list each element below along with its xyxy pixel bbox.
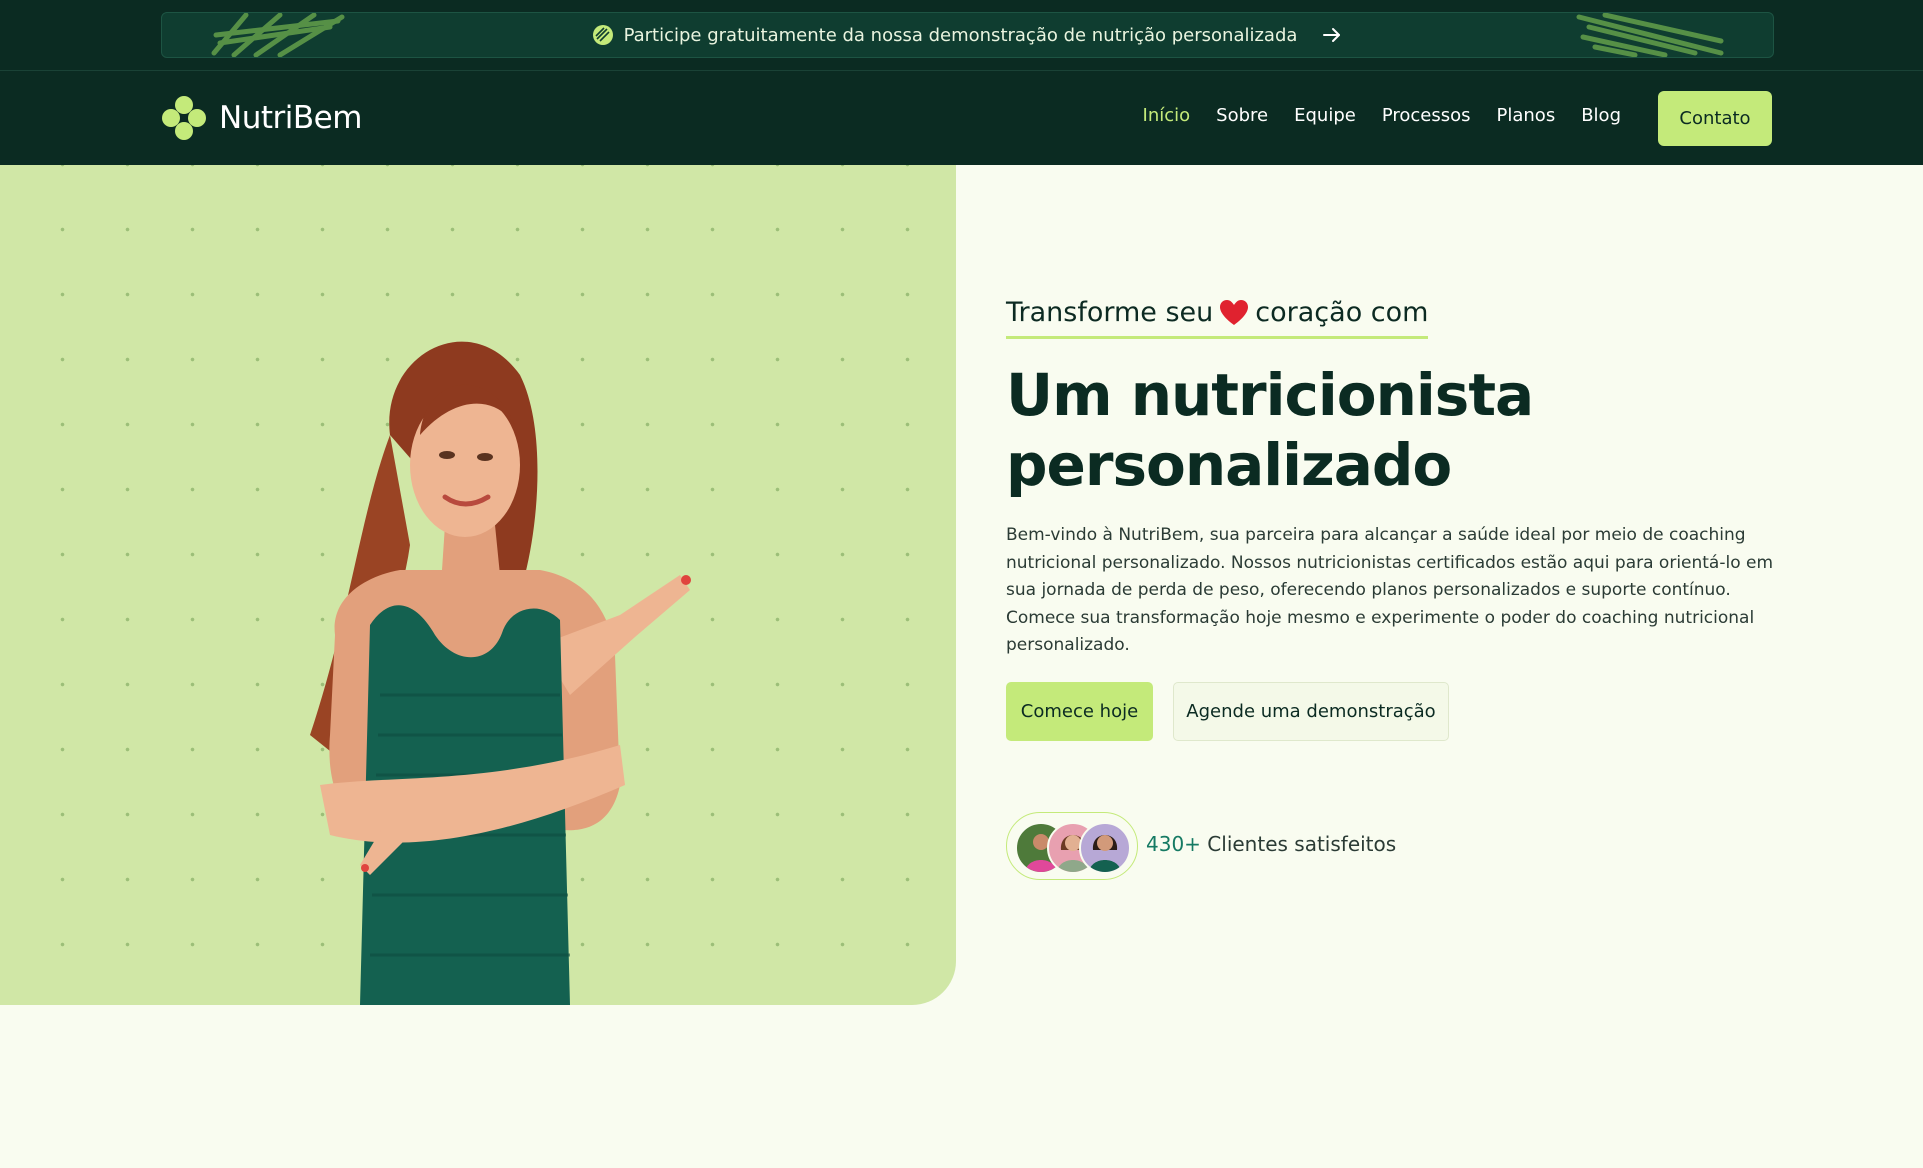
logo-text: NutriBem [219,100,362,136]
heart-icon [1220,299,1249,325]
hero-image-panel [0,165,956,1005]
contact-button[interactable]: Contato [1658,91,1772,146]
clients-count: 430+ [1146,832,1201,856]
leaf-icon [592,25,613,45]
announcement-bar: Participe gratuitamente da nossa demonst… [0,0,1923,70]
woman-pointing-image [310,341,691,1005]
announcement-text[interactable]: Participe gratuitamente da nossa demonst… [624,25,1298,46]
nav-item-equipe[interactable]: Equipe [1294,105,1356,126]
clover-logo-icon [162,96,206,140]
headline-line-2: personalizado [1006,431,1452,499]
arrow-right-icon[interactable] [1321,24,1343,46]
announcement-banner[interactable]: Participe gratuitamente da nossa demonst… [161,12,1774,58]
start-today-button[interactable]: Comece hoje [1006,682,1153,741]
nav-item-sobre[interactable]: Sobre [1216,105,1268,126]
nav-item-processos[interactable]: Processos [1382,105,1471,126]
hero-headline: Um nutricionista personalizado [1006,360,1766,500]
main-nav: Início Sobre Equipe Processos Planos Blo… [1143,105,1621,126]
main-header: NutriBem Início Sobre Equipe Processos P… [0,71,1923,165]
schedule-demo-button[interactable]: Agende uma demonstração [1173,682,1449,741]
tagline-text-after: coração com [1255,297,1429,328]
nav-item-inicio[interactable]: Início [1143,105,1191,126]
logo[interactable]: NutriBem [161,95,362,141]
client-avatars-group [1006,812,1138,880]
hero-description: Bem-vindo à NutriBem, sua parceira para … [1006,525,1774,655]
clients-label: Clientes satisfeitos [1207,832,1397,856]
satisfied-clients: 430+ Clientes satisfeitos [1146,832,1396,856]
nav-item-planos[interactable]: Planos [1497,105,1556,126]
tagline-text-before: Transforme seu [1006,297,1214,328]
headline-line-1: Um nutricionista [1006,361,1534,429]
avatar [1079,822,1131,874]
hero-tagline: Transforme seu coração com [1006,297,1429,339]
nav-item-blog[interactable]: Blog [1581,105,1621,126]
